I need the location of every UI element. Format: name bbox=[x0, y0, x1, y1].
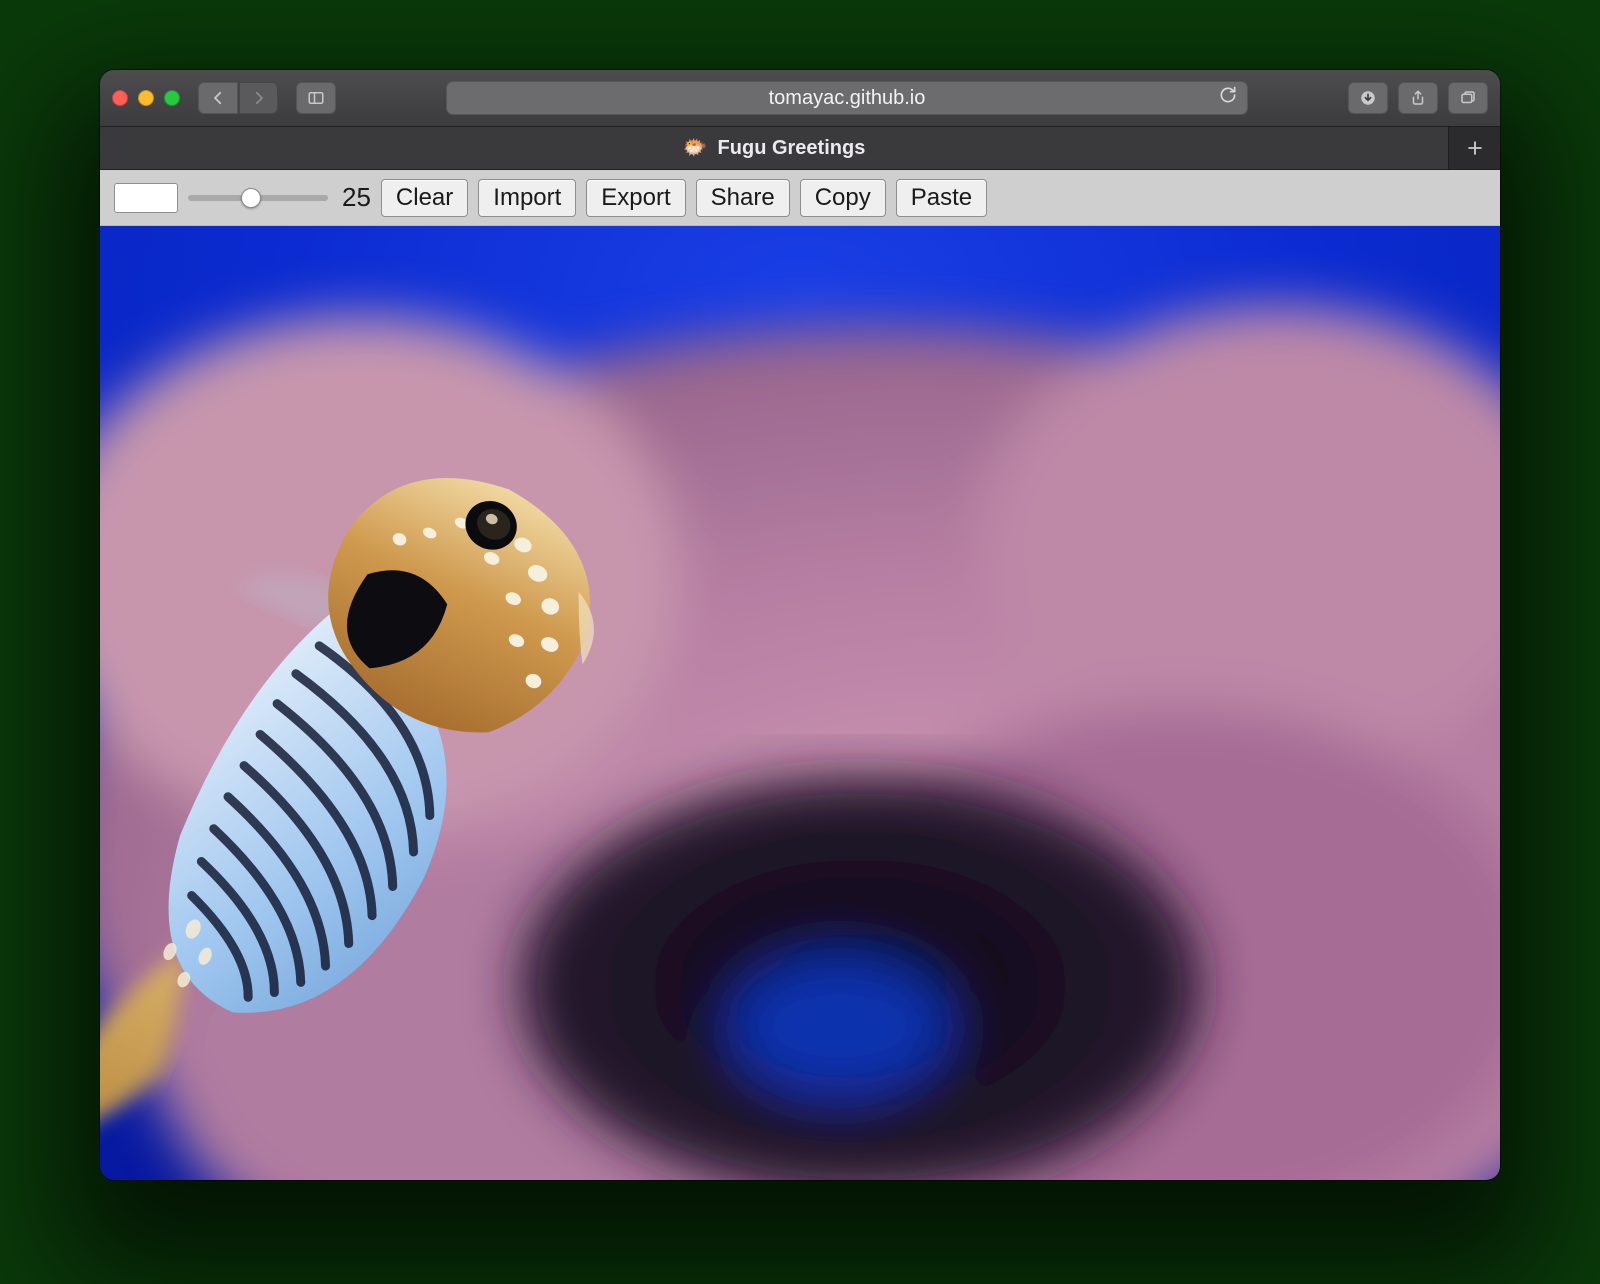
canvas-area[interactable] bbox=[100, 226, 1500, 1180]
tab-fugu-greetings[interactable]: 🐡 Fugu Greetings bbox=[100, 127, 1448, 169]
clear-button[interactable]: Clear bbox=[381, 179, 468, 217]
brush-size-slider[interactable] bbox=[188, 186, 328, 210]
browser-titlebar: tomayac.github.io bbox=[100, 70, 1500, 126]
share-button[interactable]: Share bbox=[696, 179, 790, 217]
sidebar-toggle-button[interactable] bbox=[296, 82, 336, 114]
window-close-button[interactable] bbox=[112, 90, 128, 106]
window-controls bbox=[112, 90, 180, 106]
address-bar[interactable]: tomayac.github.io bbox=[446, 81, 1248, 115]
nav-back-forward bbox=[198, 82, 278, 114]
export-button[interactable]: Export bbox=[586, 179, 685, 217]
new-tab-button[interactable] bbox=[1448, 127, 1500, 169]
reload-icon bbox=[1218, 85, 1238, 105]
nav-forward-button[interactable] bbox=[238, 82, 278, 114]
tab-overview-button[interactable] bbox=[1448, 82, 1488, 114]
chevron-left-icon bbox=[209, 89, 227, 107]
import-button[interactable]: Import bbox=[478, 179, 576, 217]
address-bar-text: tomayac.github.io bbox=[769, 87, 926, 110]
system-share-button[interactable] bbox=[1398, 82, 1438, 114]
paste-button[interactable]: Paste bbox=[896, 179, 987, 217]
canvas-image bbox=[100, 226, 1500, 1180]
tab-favicon: 🐡 bbox=[683, 138, 708, 158]
titlebar-right-tools bbox=[1348, 82, 1488, 114]
browser-window: tomayac.github.io bbox=[100, 70, 1500, 1180]
share-up-icon bbox=[1409, 89, 1427, 107]
copy-button[interactable]: Copy bbox=[800, 179, 886, 217]
brush-size-value: 25 bbox=[342, 182, 371, 213]
color-picker[interactable] bbox=[114, 183, 178, 213]
plus-icon bbox=[1465, 138, 1485, 158]
tab-strip: 🐡 Fugu Greetings bbox=[100, 126, 1500, 170]
tab-overview-icon bbox=[1459, 89, 1477, 107]
chevron-right-icon bbox=[250, 89, 268, 107]
sidebar-icon bbox=[307, 89, 325, 107]
tab-title: Fugu Greetings bbox=[718, 137, 866, 160]
app-toolbar: 25 Clear Import Export Share Copy Paste bbox=[100, 170, 1500, 226]
nav-back-button[interactable] bbox=[198, 82, 238, 114]
reload-button[interactable] bbox=[1218, 85, 1238, 111]
downloads-button[interactable] bbox=[1348, 82, 1388, 114]
slider-thumb[interactable] bbox=[241, 188, 261, 208]
window-minimize-button[interactable] bbox=[138, 90, 154, 106]
download-circle-icon bbox=[1359, 89, 1377, 107]
window-zoom-button[interactable] bbox=[164, 90, 180, 106]
